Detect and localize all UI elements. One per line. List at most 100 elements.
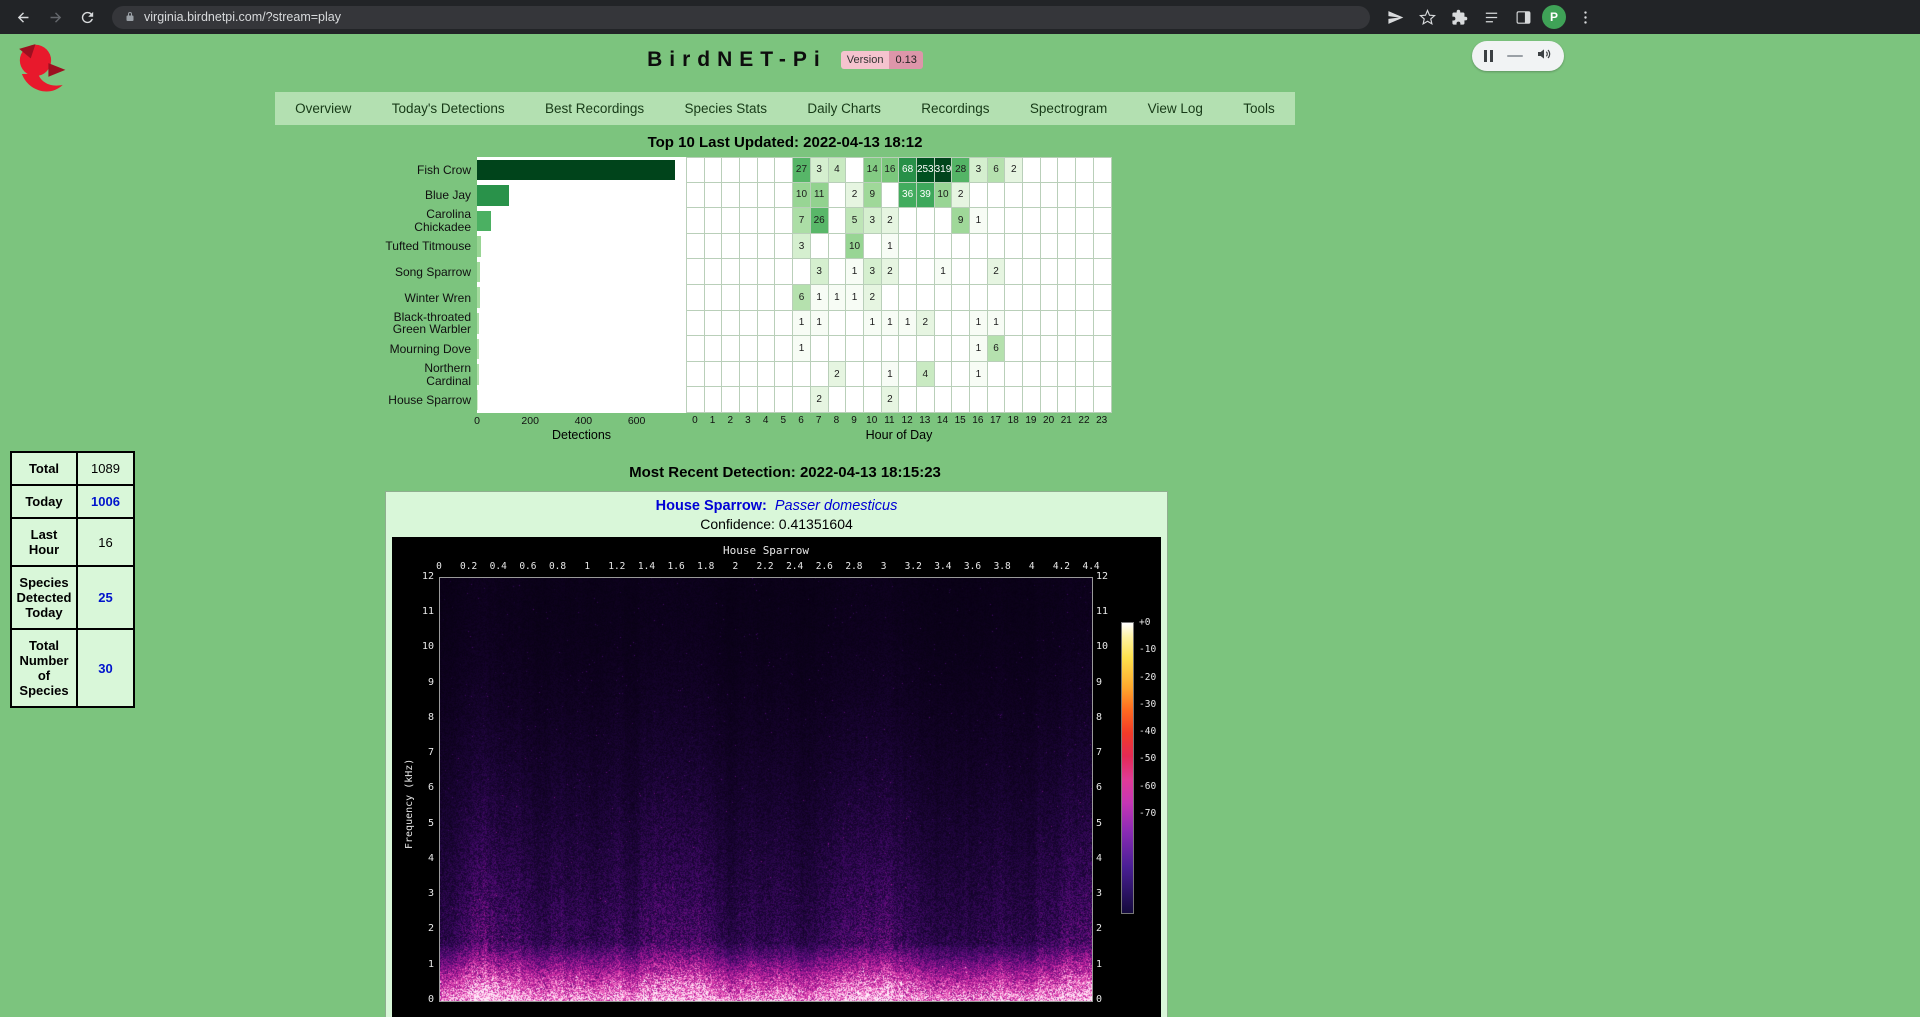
- heatmap-cell: [935, 311, 953, 337]
- bookmark-star-icon[interactable]: [1414, 4, 1440, 30]
- stats-value[interactable]: 30: [77, 629, 134, 707]
- forward-button[interactable]: [42, 4, 68, 30]
- reload-button[interactable]: [74, 4, 100, 30]
- heatmap-cell: [988, 362, 1006, 388]
- volume-icon[interactable]: [1536, 46, 1552, 67]
- detections-bar: [477, 211, 491, 232]
- pause-button[interactable]: [1484, 50, 1493, 62]
- heatmap-cell: [952, 234, 970, 260]
- hour-axis-tick: 18: [1004, 415, 1022, 426]
- species-label: Winter Wren: [380, 285, 477, 311]
- heatmap-cell: 1: [793, 336, 811, 362]
- spec-y-tick: 12: [408, 571, 434, 582]
- chart-rows: Fish Crow273414166825331928362Blue Jay10…: [380, 157, 1295, 413]
- heatmap-cell: 6: [988, 336, 1006, 362]
- stats-row: Species Detected Today25: [11, 566, 134, 629]
- extensions-icon[interactable]: [1446, 4, 1472, 30]
- heatmap-cell: 2: [952, 183, 970, 209]
- species-label: Carolina Chickadee: [380, 208, 477, 234]
- spectrogram-title: House Sparrow: [723, 544, 809, 557]
- bar-track: [477, 157, 686, 183]
- nav-item-view-log[interactable]: View Log: [1144, 101, 1207, 116]
- spec-y-tick: 5: [1096, 818, 1102, 829]
- page-title-row: BirdNET-Pi Version0.13: [275, 34, 1295, 74]
- lock-icon: [124, 11, 136, 23]
- most-recent-heading: Most Recent Detection: 2022-04-13 18:15:…: [275, 464, 1295, 481]
- version-badge: Version0.13: [841, 51, 923, 69]
- reading-list-icon[interactable]: [1478, 4, 1504, 30]
- bar-axis-label: Detections: [477, 428, 686, 442]
- heatmap-cell: [846, 158, 864, 183]
- nav-item-tools[interactable]: Tools: [1239, 101, 1279, 116]
- chart-axis-labels: Detections Hour of Day: [380, 428, 1295, 442]
- spec-y-tick: 9: [408, 677, 434, 688]
- heatmap-cell: [952, 362, 970, 388]
- colorbar-tick: -70: [1139, 808, 1156, 819]
- heatmap-cell: [705, 285, 723, 311]
- heatmap-cell: [935, 208, 953, 234]
- heatmap-cell: [829, 336, 847, 362]
- detection-species-link[interactable]: House Sparrow:: [656, 498, 767, 514]
- heatmap-cell: [1094, 208, 1112, 234]
- heatmap-cell: [722, 183, 740, 209]
- heatmap-cell: 7: [793, 208, 811, 234]
- heatmap-cell: [1023, 362, 1041, 388]
- profile-avatar[interactable]: P: [1542, 5, 1566, 29]
- nav-item-recordings[interactable]: Recordings: [917, 101, 993, 116]
- heatmap-cell: [917, 259, 935, 285]
- stats-value[interactable]: 1006: [77, 485, 134, 518]
- side-panel-icon[interactable]: [1510, 4, 1536, 30]
- heatmap-cell: [1076, 158, 1094, 183]
- menu-kebab-icon[interactable]: [1572, 4, 1598, 30]
- heatmap-cell: [988, 234, 1006, 260]
- bar-axis-tick: 600: [628, 415, 646, 427]
- heatmap-cell: 1: [882, 311, 900, 337]
- hour-axis-tick: 19: [1022, 415, 1040, 426]
- audio-timeline[interactable]: [1507, 55, 1523, 57]
- spec-x-tick: 3.6: [964, 561, 981, 572]
- heatmap-cell: [722, 158, 740, 183]
- detection-species-latin[interactable]: Passer domesticus: [775, 498, 898, 514]
- heatmap-cell: [1023, 183, 1041, 209]
- heatmap-cell: [1094, 362, 1112, 388]
- heatmap-cell: [970, 183, 988, 209]
- heatmap-cell: [722, 208, 740, 234]
- detections-bar: [477, 185, 509, 206]
- heatmap-cell: [882, 285, 900, 311]
- bar-track: [477, 208, 686, 234]
- nav-item-spectrogram[interactable]: Spectrogram: [1026, 101, 1111, 116]
- heatmap-cell: [829, 387, 847, 413]
- spectrogram-canvas: [439, 577, 1093, 1002]
- nav-item-daily-charts[interactable]: Daily Charts: [803, 101, 885, 116]
- heatmap-cell: [758, 234, 776, 260]
- audio-player[interactable]: [1472, 41, 1564, 71]
- back-button[interactable]: [10, 4, 36, 30]
- heatmap-cell: [722, 285, 740, 311]
- nav-item-species-stats[interactable]: Species Stats: [680, 101, 771, 116]
- heatmap-cell: [1041, 208, 1059, 234]
- heatmap-cell: 3: [864, 208, 882, 234]
- heatmap-cell: [687, 311, 705, 337]
- heatmap-cell: [758, 259, 776, 285]
- address-bar[interactable]: virginia.birdnetpi.com/?stream=play: [112, 6, 1370, 29]
- colorbar-tick: -50: [1139, 753, 1156, 764]
- heatmap-cell: [740, 362, 758, 388]
- nav-item-best-recordings[interactable]: Best Recordings: [541, 101, 648, 116]
- stats-value[interactable]: 25: [77, 566, 134, 629]
- heatmap-cell: [952, 259, 970, 285]
- bar-track: [477, 285, 686, 311]
- heatmap-cell: 68: [899, 158, 917, 183]
- chart-row: Mourning Dove116: [380, 336, 1295, 362]
- nav-item-overview[interactable]: Overview: [291, 101, 355, 116]
- chart-row: Song Sparrow313212: [380, 259, 1295, 285]
- send-icon[interactable]: [1382, 4, 1408, 30]
- detections-bar: [477, 313, 479, 334]
- nav-item-today-s-detections[interactable]: Today's Detections: [388, 101, 509, 116]
- heatmap-cell: [740, 234, 758, 260]
- spec-x-tick: 1.2: [608, 561, 625, 572]
- spec-x-tick: 2: [733, 561, 739, 572]
- hour-axis-tick: 7: [810, 415, 828, 426]
- detections-bar: [477, 287, 480, 308]
- heatmap-cell: [1076, 285, 1094, 311]
- hour-axis: 01234567891011121314151617181920212223: [686, 413, 1112, 428]
